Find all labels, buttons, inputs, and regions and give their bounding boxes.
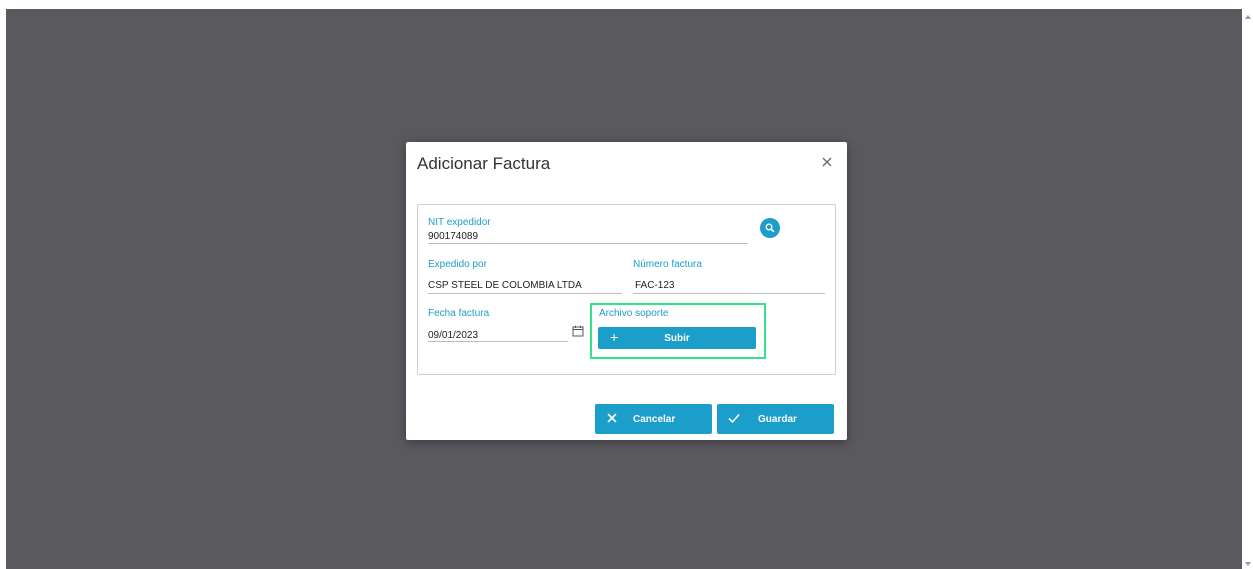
close-icon (822, 157, 832, 167)
add-invoice-dialog: Adicionar Factura NIT expedidor 90017408… (406, 142, 847, 440)
nit-field[interactable]: 900174089 (428, 231, 478, 242)
scroll-up-icon[interactable] (1245, 15, 1251, 19)
calendar-icon[interactable] (572, 325, 584, 337)
invoice-date-label: Fecha factura (428, 308, 490, 319)
scroll-down-icon[interactable] (1245, 562, 1251, 566)
nit-underline (428, 243, 748, 244)
upload-button-label: Subir (664, 333, 690, 344)
invoice-number-label: Número factura (633, 259, 702, 270)
invoice-date-underline (428, 341, 568, 342)
cancel-button-label: Cancelar (633, 414, 676, 425)
search-icon (765, 223, 775, 233)
invoice-number-field[interactable]: FAC-123 (635, 280, 674, 291)
issuer-field[interactable]: CSP STEEL DE COLOMBIA LTDA (428, 280, 582, 291)
check-icon (728, 413, 740, 424)
close-button[interactable] (819, 154, 835, 170)
search-button[interactable] (760, 218, 780, 238)
page-scrollbar[interactable] (1242, 0, 1253, 569)
close-icon (607, 413, 617, 423)
cancel-button[interactable]: Cancelar (595, 404, 712, 434)
issuer-underline (428, 293, 622, 294)
dialog-title: Adicionar Factura (417, 154, 551, 173)
upload-button[interactable]: + Subir (598, 327, 756, 349)
issuer-label: Expedido por (428, 259, 487, 270)
save-button[interactable]: Guardar (717, 404, 834, 434)
save-button-label: Guardar (758, 414, 797, 425)
invoice-number-underline (633, 293, 825, 294)
invoice-date-field[interactable]: 09/01/2023 (428, 330, 478, 341)
support-file-label: Archivo soporte (599, 308, 669, 319)
nit-label: NIT expedidor (428, 217, 491, 228)
invoice-form: NIT expedidor 900174089 Expedido por CSP… (417, 204, 836, 375)
